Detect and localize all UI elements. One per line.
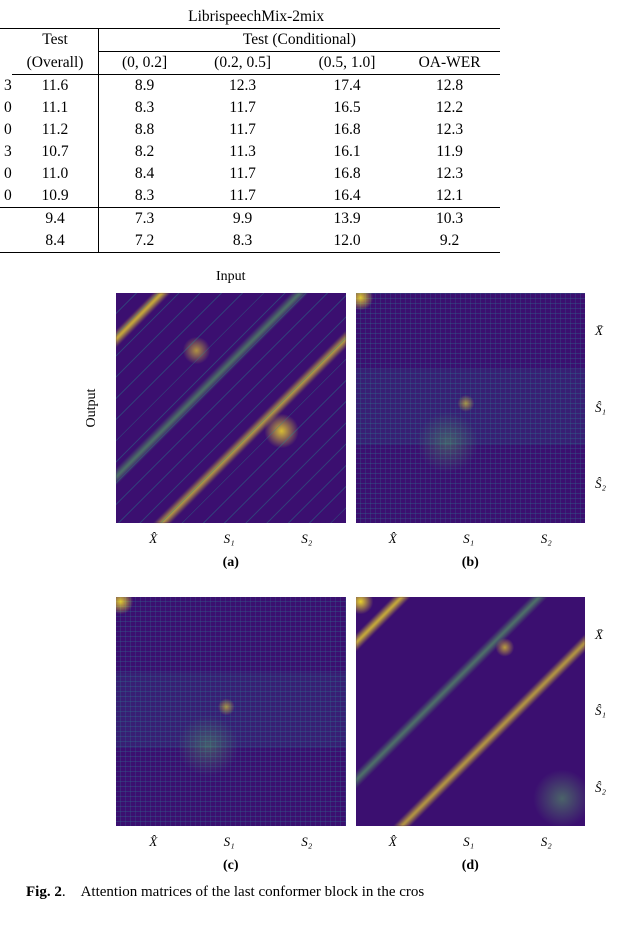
table-cell: 12.3 — [190, 75, 294, 98]
table-cell: 12.2 — [399, 97, 500, 119]
table-cell — [0, 230, 12, 253]
x-ticks-a: X̂ S₁ S₂ — [116, 531, 346, 547]
axis-label-output: Output — [78, 293, 106, 523]
th-bucket2: (0.2, 0.5] — [190, 52, 294, 75]
table-row: 011.08.411.716.812.3 — [0, 163, 500, 185]
table-cell: 11.3 — [190, 141, 294, 163]
panel-label-d: (d) — [356, 858, 586, 874]
table-cell: 11.7 — [190, 119, 294, 141]
attention-heatmap-c — [116, 597, 346, 827]
table-cell: 16.4 — [295, 185, 399, 208]
table-cell: 8.3 — [98, 185, 190, 208]
x-ticks-b: X̂ S₁ S₂ — [356, 531, 586, 547]
panel-label-c: (c) — [116, 858, 346, 874]
table-cell: 12.1 — [399, 185, 500, 208]
results-table: LibrispeechMix-2mix Test Test (Condition… — [0, 6, 500, 253]
table-cell: 12.0 — [295, 230, 399, 253]
y-ticks-row2: X̄ Ŝ₁ Ŝ₂ — [595, 597, 623, 827]
th-oa: OA-WER — [399, 52, 500, 75]
table-cell: 9.9 — [190, 208, 294, 231]
th-test-overall-1: Test — [12, 29, 98, 52]
table-cell: 11.7 — [190, 163, 294, 185]
table-cell: 10.3 — [399, 208, 500, 231]
attention-heatmap-d — [356, 597, 586, 827]
th-test-cond: Test (Conditional) — [98, 29, 500, 52]
th-test-overall-2: (Overall) — [12, 52, 98, 75]
x-ticks-c: X̂ S₁ S₂ — [116, 834, 346, 850]
figure-2: Input Output X̄ Ŝ₁ Ŝ₂ X̂ S₁ S₂ — [78, 269, 623, 874]
panel-label-a: (a) — [116, 555, 346, 571]
axis-label-input: Input — [116, 269, 346, 285]
table-cell: 0 — [0, 163, 12, 185]
table-cell: 16.5 — [295, 97, 399, 119]
table-cell: 11.9 — [399, 141, 500, 163]
panel-label-b: (b) — [356, 555, 586, 571]
attention-heatmap-b — [356, 293, 586, 523]
table-cell: 12.8 — [399, 75, 500, 98]
table-cell: 8.4 — [98, 163, 190, 185]
table-cell: 11.1 — [12, 97, 98, 119]
table-cell: 12.3 — [399, 119, 500, 141]
table-cell: 12.3 — [399, 163, 500, 185]
table-cell: 11.7 — [190, 185, 294, 208]
table-cell: 8.3 — [98, 97, 190, 119]
attention-heatmap-a — [116, 293, 346, 523]
table-cell: 16.1 — [295, 141, 399, 163]
table-cell: 10.7 — [12, 141, 98, 163]
table-cell: 8.8 — [98, 119, 190, 141]
table-cell: 7.3 — [98, 208, 190, 231]
table-cell: 0 — [0, 97, 12, 119]
table-row: 311.68.912.317.412.8 — [0, 75, 500, 98]
table-cell: 8.9 — [98, 75, 190, 98]
table-cell: 7.2 — [98, 230, 190, 253]
y-ticks-row1: X̄ Ŝ₁ Ŝ₂ — [595, 293, 623, 523]
th-bucket1: (0, 0.2] — [98, 52, 190, 75]
table-cell: 17.4 — [295, 75, 399, 98]
table-cell: 8.3 — [190, 230, 294, 253]
table-cell: 0 — [0, 185, 12, 208]
figure-caption-label: Fig. 2 — [26, 884, 62, 900]
table-cell — [0, 208, 12, 231]
table-cell: 11.2 — [12, 119, 98, 141]
table-cell: 3 — [0, 75, 12, 98]
table-cell: 16.8 — [295, 163, 399, 185]
x-ticks-d: X̂ S₁ S₂ — [356, 834, 586, 850]
table-cell: 11.0 — [12, 163, 98, 185]
table-cell: 0 — [0, 119, 12, 141]
table-cell: 8.4 — [12, 230, 98, 253]
table-cell: 11.7 — [190, 97, 294, 119]
table-row: 011.18.311.716.512.2 — [0, 97, 500, 119]
figure-caption: Fig. 2. Attention matrices of the last c… — [8, 884, 628, 901]
table-cell: 11.6 — [12, 75, 98, 98]
table-cell: 16.8 — [295, 119, 399, 141]
table-cell: 8.2 — [98, 141, 190, 163]
table-cell: 10.9 — [12, 185, 98, 208]
table-cell: 3 — [0, 141, 12, 163]
figure-caption-text: . Attention matrices of the last conform… — [62, 884, 424, 900]
table-row: 010.98.311.716.412.1 — [0, 185, 500, 208]
table-title: LibrispeechMix-2mix — [12, 6, 500, 29]
table-row: 8.47.28.312.09.2 — [0, 230, 500, 253]
table-row: 011.28.811.716.812.3 — [0, 119, 500, 141]
table-cell: 9.2 — [399, 230, 500, 253]
table-cell: 13.9 — [295, 208, 399, 231]
table-row: 310.78.211.316.111.9 — [0, 141, 500, 163]
table-row: 9.47.39.913.910.3 — [0, 208, 500, 231]
table-cell: 9.4 — [12, 208, 98, 231]
th-bucket3: (0.5, 1.0] — [295, 52, 399, 75]
